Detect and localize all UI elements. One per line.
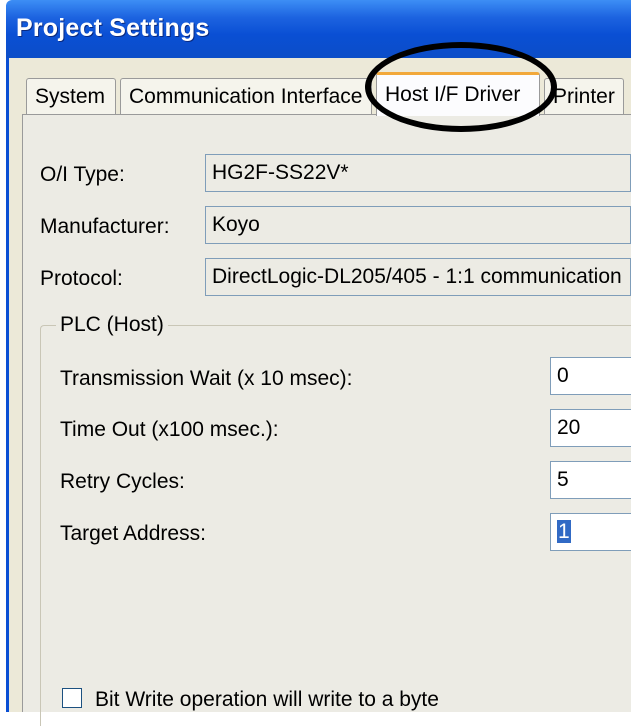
oi-type-field: HG2F-SS22V* [205,154,631,192]
time-out-label: Time Out (x100 msec.): [60,418,279,441]
title-bar: Project Settings [6,0,631,58]
tab-host-if-driver[interactable]: Host I/F Driver [376,72,540,116]
target-address-label: Target Address: [60,522,206,545]
target-address-input[interactable]: 1 [550,513,631,551]
protocol-label: Protocol: [40,267,123,290]
retry-cycles-input[interactable]: 5 [550,461,631,499]
tab-communication-interface[interactable]: Communication Interface [120,78,372,114]
retry-cycles-label: Retry Cycles: [60,470,185,493]
transmission-wait-label: Transmission Wait (x 10 msec): [60,367,353,390]
protocol-field: DirectLogic-DL205/405 - 1:1 communicatio… [205,258,631,296]
bit-write-label: Bit Write operation will write to a byte [95,688,439,711]
tab-printer[interactable]: Printer [544,78,624,114]
tab-system[interactable]: System [26,78,116,114]
manufacturer-field: Koyo [205,206,631,244]
window-title: Project Settings [16,14,210,42]
target-address-value: 1 [557,520,571,543]
transmission-wait-input[interactable]: 0 [550,357,631,395]
oi-type-label: O/I Type: [40,163,125,186]
time-out-input[interactable]: 20 [550,409,631,447]
bit-write-checkbox[interactable] [62,688,82,708]
manufacturer-label: Manufacturer: [40,215,170,238]
plc-host-group-title: PLC (Host) [56,313,168,337]
